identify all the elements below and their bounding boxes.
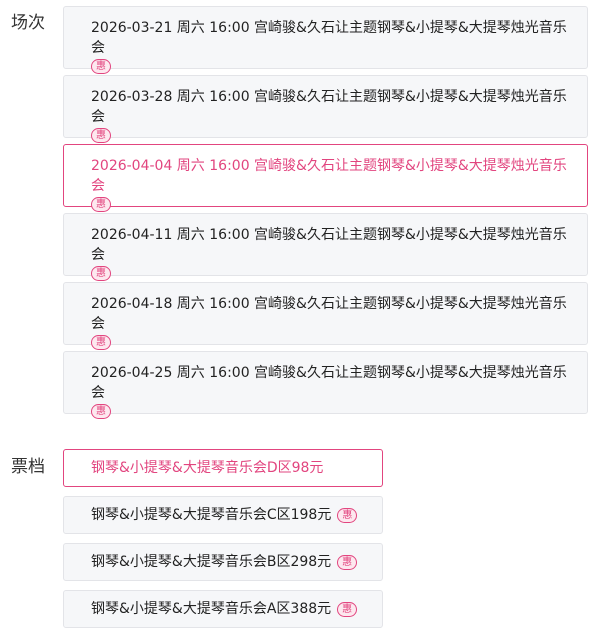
session-option-text: 2026-04-04 周六 16:00 宫崎骏&久石让主题钢琴&小提琴&大提琴烛… [91,158,567,194]
session-option-text: 2026-04-25 周六 16:00 宫崎骏&久石让主题钢琴&小提琴&大提琴烛… [91,365,567,401]
session-list: 2026-03-21 周六 16:00 宫崎骏&久石让主题钢琴&小提琴&大提琴烛… [63,6,588,420]
ticket-tier-option-text: 钢琴&小提琴&大提琴音乐会B区298元 [91,554,332,570]
ticket-tier-option-3[interactable]: 钢琴&小提琴&大提琴音乐会B区298元惠 [63,543,383,581]
discount-badge-icon: 惠 [91,266,111,281]
session-option-6[interactable]: 2026-04-25 周六 16:00 宫崎骏&久石让主题钢琴&小提琴&大提琴烛… [63,351,588,419]
session-option-text: 2026-04-11 周六 16:00 宫崎骏&久石让主题钢琴&小提琴&大提琴烛… [91,227,567,263]
discount-badge-icon: 惠 [337,601,358,617]
discount-badge-icon: 惠 [91,128,111,143]
session-option-1[interactable]: 2026-03-21 周六 16:00 宫崎骏&久石让主题钢琴&小提琴&大提琴烛… [63,6,588,74]
session-option-text: 2026-03-21 周六 16:00 宫崎骏&久石让主题钢琴&小提琴&大提琴烛… [91,20,567,56]
discount-badge-icon: 惠 [91,59,111,74]
discount-badge-icon: 惠 [91,197,111,212]
discount-badge-icon: 惠 [337,554,358,570]
ticket-tier-label: 票档 [11,457,45,477]
ticket-tier-option-text: 钢琴&小提琴&大提琴音乐会A区388元 [91,601,332,617]
session-option-3[interactable]: 2026-04-04 周六 16:00 宫崎骏&久石让主题钢琴&小提琴&大提琴烛… [63,144,588,212]
ticket-tier-option-text: 钢琴&小提琴&大提琴音乐会D区98元 [91,460,324,476]
ticket-tier-option-text: 钢琴&小提琴&大提琴音乐会C区198元 [91,507,332,523]
session-label: 场次 [11,13,45,33]
session-option-4[interactable]: 2026-04-11 周六 16:00 宫崎骏&久石让主题钢琴&小提琴&大提琴烛… [63,213,588,281]
discount-badge-icon: 惠 [91,404,111,419]
ticket-tier-list: 钢琴&小提琴&大提琴音乐会D区98元 钢琴&小提琴&大提琴音乐会C区198元惠钢琴… [63,449,383,637]
session-option-text: 2026-03-28 周六 16:00 宫崎骏&久石让主题钢琴&小提琴&大提琴烛… [91,89,567,125]
session-option-text: 2026-04-18 周六 16:00 宫崎骏&久石让主题钢琴&小提琴&大提琴烛… [91,296,567,332]
ticket-tier-option-2[interactable]: 钢琴&小提琴&大提琴音乐会C区198元惠 [63,496,383,534]
discount-badge-icon: 惠 [337,507,358,523]
session-option-5[interactable]: 2026-04-18 周六 16:00 宫崎骏&久石让主题钢琴&小提琴&大提琴烛… [63,282,588,350]
discount-badge-icon: 惠 [91,335,111,350]
session-option-2[interactable]: 2026-03-28 周六 16:00 宫崎骏&久石让主题钢琴&小提琴&大提琴烛… [63,75,588,143]
ticket-tier-option-1[interactable]: 钢琴&小提琴&大提琴音乐会D区98元 [63,449,383,487]
ticket-tier-option-4[interactable]: 钢琴&小提琴&大提琴音乐会A区388元惠 [63,590,383,628]
